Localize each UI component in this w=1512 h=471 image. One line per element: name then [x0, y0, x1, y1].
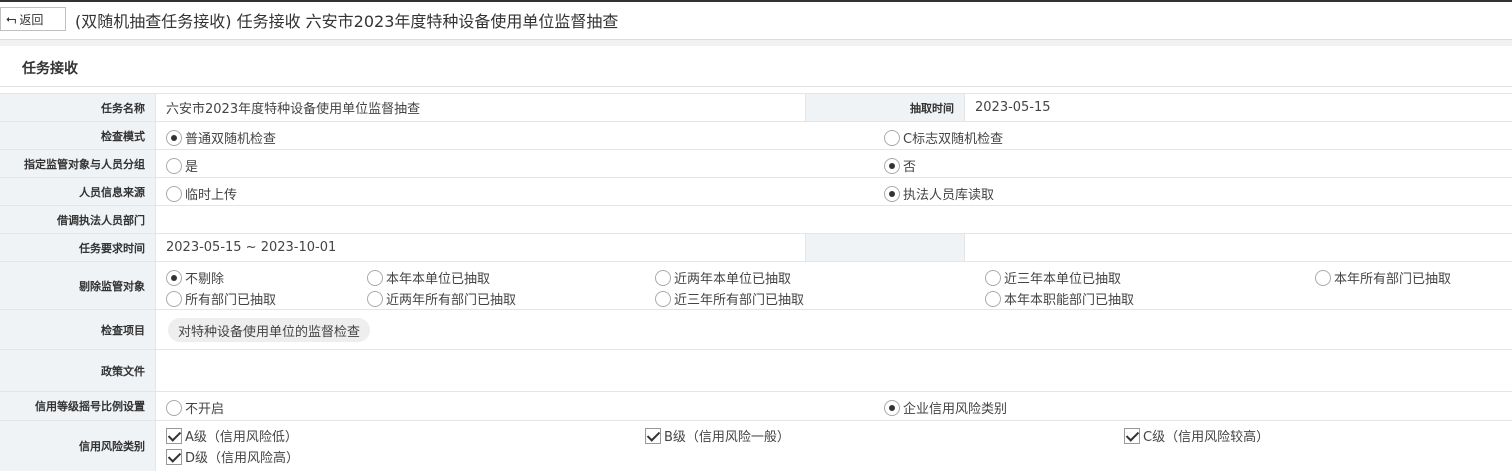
- radio-grouping-no[interactable]: 否: [884, 156, 916, 175]
- checkbox-grade-b[interactable]: B级（信用风险一般）: [645, 426, 790, 445]
- radio-label: 执法人员库读取: [903, 188, 995, 203]
- radio-indicator: [655, 269, 671, 286]
- label-credit-ratio: 信用等级摇号比例设置: [0, 392, 156, 420]
- radio-temp-upload[interactable]: 临时上传: [166, 184, 237, 203]
- radio-label: 不开启: [185, 402, 225, 417]
- checkbox-grade-d[interactable]: D级（信用风险高）: [166, 447, 299, 466]
- radio-indicator: [884, 129, 900, 146]
- radio-exclude-this-year-function[interactable]: 本年本职能部门已抽取: [985, 289, 1134, 308]
- radio-indicator: [166, 185, 182, 202]
- radio-indicator: [985, 269, 1001, 286]
- header-bar: ⮢ 返回 (双随机抽查任务接收) 任务接收 六安市2023年度特种设备使用单位监…: [0, 2, 1512, 40]
- value-task-time: 2023-05-15 ~ 2023-10-01: [166, 240, 337, 255]
- row-assign-grouping: 指定监管对象与人员分组 是 否: [0, 150, 1512, 178]
- radio-exclude-none[interactable]: 不剔除: [166, 268, 224, 287]
- label-check-items: 检查项目: [0, 310, 156, 349]
- radio-label: 所有部门已抽取: [185, 293, 277, 308]
- radio-indicator: [166, 290, 182, 307]
- checkbox-indicator: [166, 427, 182, 444]
- radio-label: 普通双随机检查: [185, 132, 277, 147]
- radio-c-mark-check[interactable]: C标志双随机检查: [884, 128, 1003, 147]
- checkbox-label: A级（信用风险低）: [185, 430, 298, 445]
- radio-credit-enterprise-risk[interactable]: 企业信用风险类别: [884, 398, 1007, 417]
- radio-label: 近两年所有部门已抽取: [386, 293, 517, 308]
- label-task-name: 任务名称: [0, 94, 156, 121]
- radio-exclude-three-years-unit[interactable]: 近三年本单位已抽取: [985, 268, 1121, 287]
- radio-indicator: [166, 129, 182, 146]
- radio-indicator: [367, 269, 383, 286]
- row-seconded-dept: 借调执法人员部门: [0, 206, 1512, 234]
- label-task-time: 任务要求时间: [0, 234, 156, 261]
- checkbox-indicator: [645, 427, 661, 444]
- checkbox-indicator: [166, 448, 182, 465]
- radio-label: 近两年本单位已抽取: [674, 272, 792, 287]
- radio-indicator: [884, 185, 900, 202]
- back-button[interactable]: ⮢ 返回: [0, 7, 66, 31]
- row-check-items: 检查项目 对特种设备使用单位的监督检查: [0, 310, 1512, 350]
- label-draw-time: 抽取时间: [805, 94, 965, 121]
- value-task-name: 六安市2023年度特种设备使用单位监督抽查: [166, 102, 421, 117]
- radio-label: 否: [903, 160, 917, 175]
- label-assign-grouping: 指定监管对象与人员分组: [0, 150, 156, 177]
- radio-indicator: [166, 399, 182, 416]
- radio-exclude-this-year-unit[interactable]: 本年本单位已抽取: [367, 268, 490, 287]
- row-exclude: 剔除监管对象 不剔除 本年本单位已抽取 近两年本单位已抽取 近三年本单位已抽取 …: [0, 262, 1512, 310]
- radio-exclude-this-year-all[interactable]: 本年所有部门已抽取: [1315, 268, 1451, 287]
- row-task-time: 任务要求时间 2023-05-15 ~ 2023-10-01: [0, 234, 1512, 262]
- page-title: (双随机抽查任务接收) 任务接收 六安市2023年度特种设备使用单位监督抽查: [75, 12, 619, 31]
- row-inspection-mode: 检查模式 普通双随机检查 C标志双随机检查: [0, 122, 1512, 150]
- radio-exclude-two-years-unit[interactable]: 近两年本单位已抽取: [655, 268, 791, 287]
- check-item-tag[interactable]: 对特种设备使用单位的监督检查: [168, 318, 371, 342]
- radio-indicator: [985, 290, 1001, 307]
- value-draw-time: 2023-05-15: [975, 100, 1051, 115]
- checkbox-indicator: [1124, 427, 1140, 444]
- row-credit-risk: 信用风险类别 A级（信用风险低） B级（信用风险一般） C级（信用风险较高） D…: [0, 421, 1512, 471]
- radio-ordinary-check[interactable]: 普通双随机检查: [166, 128, 276, 147]
- radio-exclude-three-years-all[interactable]: 近三年所有部门已抽取: [655, 289, 804, 308]
- radio-label: C标志双随机检查: [903, 132, 1004, 147]
- label-seconded-dept: 借调执法人员部门: [0, 206, 156, 233]
- radio-label: 近三年所有部门已抽取: [674, 293, 805, 308]
- radio-indicator: [166, 157, 182, 174]
- back-button-label: 返回: [19, 12, 44, 27]
- radio-label: 本年本职能部门已抽取: [1004, 293, 1135, 308]
- radio-credit-off[interactable]: 不开启: [166, 398, 224, 417]
- row-credit-ratio: 信用等级摇号比例设置 不开启 企业信用风险类别: [0, 392, 1512, 421]
- checkbox-grade-a[interactable]: A级（信用风险低）: [166, 426, 298, 445]
- radio-label: 近三年本单位已抽取: [1004, 272, 1122, 287]
- radio-staff-db[interactable]: 执法人员库读取: [884, 184, 994, 203]
- radio-label: 临时上传: [185, 188, 238, 203]
- label-personnel-source: 人员信息来源: [0, 178, 156, 205]
- radio-label: 本年所有部门已抽取: [1334, 272, 1452, 287]
- radio-exclude-two-years-all[interactable]: 近两年所有部门已抽取: [367, 289, 516, 308]
- radio-label: 本年本单位已抽取: [386, 272, 491, 287]
- radio-indicator: [1315, 269, 1331, 286]
- checkbox-grade-c[interactable]: C级（信用风险较高）: [1124, 426, 1269, 445]
- radio-grouping-yes[interactable]: 是: [166, 156, 198, 175]
- row-task-name: 任务名称 六安市2023年度特种设备使用单位监督抽查 抽取时间 2023-05-…: [0, 93, 1512, 122]
- radio-indicator: [884, 399, 900, 416]
- radio-indicator: [166, 269, 182, 286]
- checkbox-label: D级（信用风险高）: [185, 451, 300, 466]
- radio-exclude-all-depts[interactable]: 所有部门已抽取: [166, 289, 276, 308]
- radio-indicator: [367, 290, 383, 307]
- radio-indicator: [655, 290, 671, 307]
- section-divider: [0, 86, 1512, 87]
- back-arrow-icon: ⮢: [6, 11, 17, 27]
- radio-label: 不剔除: [185, 272, 225, 287]
- label-inspection-mode: 检查模式: [0, 122, 156, 149]
- section-title: 任务接收: [22, 61, 78, 77]
- header-separator: [0, 40, 1512, 46]
- label-empty-cell: [805, 234, 965, 261]
- row-personnel-source: 人员信息来源 临时上传 执法人员库读取: [0, 178, 1512, 206]
- label-exclude: 剔除监管对象: [0, 262, 156, 309]
- radio-label: 企业信用风险类别: [903, 402, 1008, 417]
- radio-indicator: [884, 157, 900, 174]
- radio-label: 是: [185, 160, 199, 175]
- row-policy-docs: 政策文件: [0, 350, 1512, 392]
- label-credit-risk: 信用风险类别: [0, 421, 156, 471]
- label-policy-docs: 政策文件: [0, 350, 156, 391]
- checkbox-label: C级（信用风险较高）: [1143, 430, 1270, 445]
- checkbox-label: B级（信用风险一般）: [664, 430, 790, 445]
